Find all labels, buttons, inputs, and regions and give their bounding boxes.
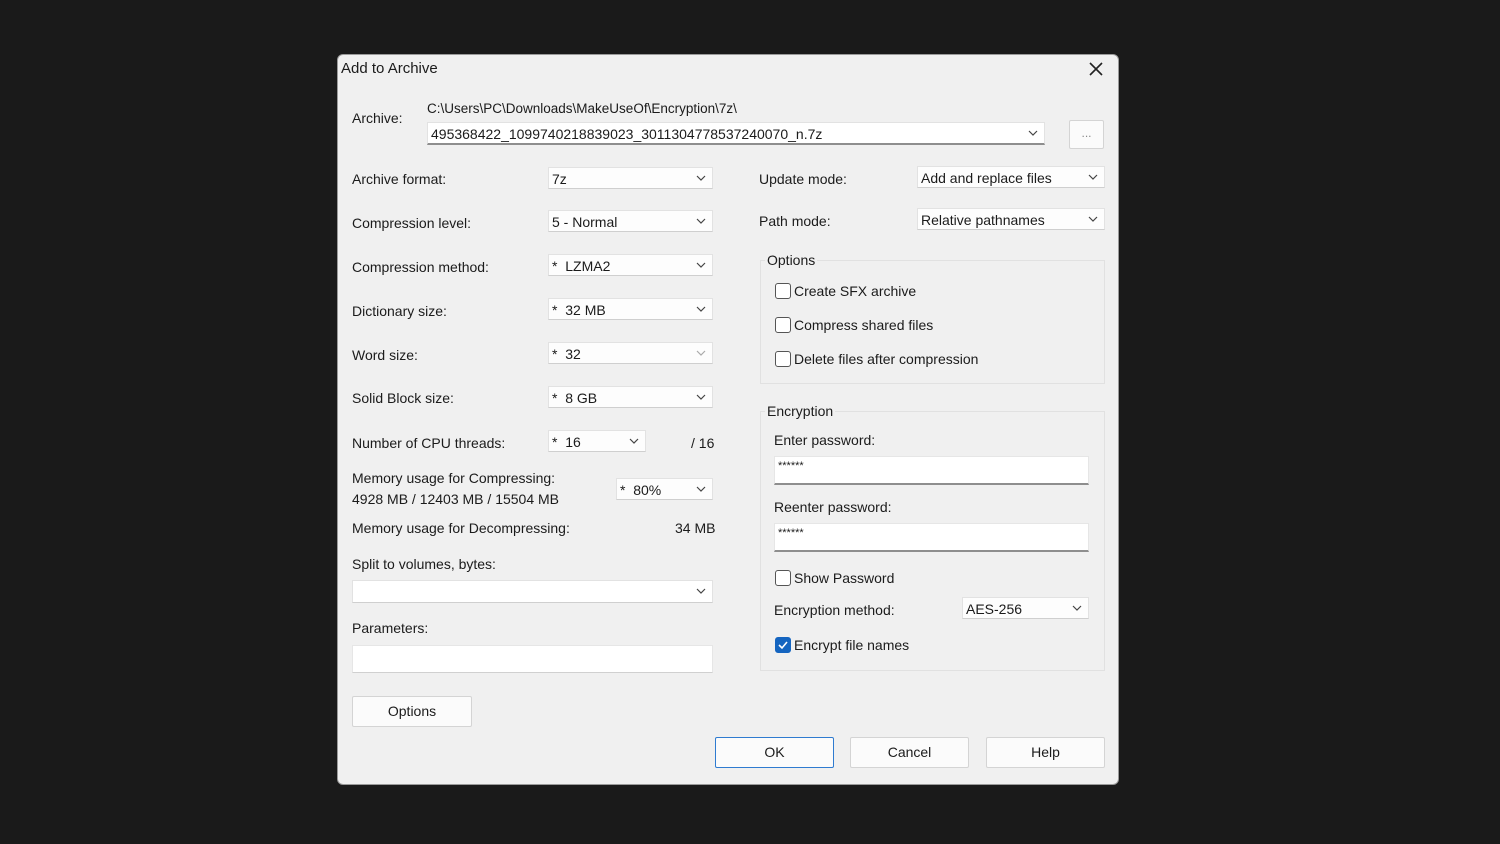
memory-usage-value: * 80% [620, 482, 662, 498]
show-password-checkbox[interactable] [775, 570, 791, 586]
archive-name-combo[interactable]: 495368422_1099740218839023_3011304778537… [427, 122, 1045, 145]
split-volumes-combo[interactable] [352, 580, 713, 603]
cpu-threads-label: Number of CPU threads: [352, 435, 506, 451]
chevron-down-icon [1088, 174, 1098, 180]
delete-after-checkbox[interactable] [775, 351, 791, 367]
encryption-method-label: Encryption method: [774, 602, 895, 618]
enter-password-input[interactable]: ****** [774, 456, 1089, 485]
update-mode-value: Add and replace files [921, 170, 1052, 186]
reenter-password-label: Reenter password: [774, 499, 892, 515]
add-to-archive-dialog: Add to Archive Archive: C:\Users\PC\Down… [337, 54, 1119, 785]
word-size-label: Word size: [352, 347, 418, 363]
chevron-down-icon [696, 394, 706, 400]
chevron-down-icon [696, 588, 706, 594]
word-size-select[interactable]: * 32 [548, 342, 713, 364]
sfx-label: Create SFX archive [794, 283, 917, 299]
compression-method-value: * LZMA2 [552, 258, 611, 274]
help-button[interactable]: Help [986, 737, 1105, 768]
dictionary-size-value: * 32 MB [552, 302, 606, 318]
memory-compress-label: Memory usage for Compressing: [352, 470, 556, 486]
archive-format-value: 7z [552, 171, 567, 187]
close-icon [1089, 62, 1103, 76]
archive-format-label: Archive format: [352, 171, 447, 187]
path-mode-label: Path mode: [759, 213, 831, 229]
memory-decompress-label: Memory usage for Decompressing: [352, 520, 570, 536]
chevron-down-icon [696, 486, 706, 492]
delete-after-label: Delete files after compression [794, 351, 979, 367]
memory-decompress-value: 34 MB [675, 520, 716, 536]
browse-button[interactable]: ... [1069, 120, 1104, 149]
compression-level-label: Compression level: [352, 215, 472, 231]
cancel-button[interactable]: Cancel [850, 737, 969, 768]
cpu-threads-select[interactable]: * 16 [548, 430, 646, 452]
encryption-method-value: AES-256 [966, 601, 1023, 617]
archive-path: C:\Users\PC\Downloads\MakeUseOf\Encrypti… [427, 101, 737, 116]
path-mode-value: Relative pathnames [921, 212, 1045, 228]
options-button[interactable]: Options [352, 696, 472, 727]
cpu-threads-value: * 16 [552, 434, 581, 450]
encrypt-file-names-label: Encrypt file names [794, 637, 910, 653]
path-mode-select[interactable]: Relative pathnames [917, 208, 1105, 230]
split-volumes-label: Split to volumes, bytes: [352, 556, 496, 572]
compress-shared-checkbox[interactable] [775, 317, 791, 333]
show-password-label: Show Password [794, 570, 895, 586]
dictionary-size-select[interactable]: * 32 MB [548, 298, 713, 320]
ok-button[interactable]: OK [715, 737, 834, 768]
encryption-group-title: Encryption [765, 403, 836, 419]
archive-format-select[interactable]: 7z [548, 167, 713, 189]
word-size-value: * 32 [552, 346, 581, 362]
compression-method-label: Compression method: [352, 259, 489, 275]
dialog-title: Add to Archive [341, 60, 438, 77]
compression-level-value: 5 - Normal [552, 214, 618, 230]
chevron-down-icon [629, 438, 639, 444]
chevron-down-icon [1072, 605, 1082, 611]
encrypt-file-names-checkbox[interactable] [775, 637, 791, 653]
archive-name-value: 495368422_1099740218839023_3011304778537… [431, 126, 823, 142]
enter-password-value: ****** [778, 460, 804, 472]
options-group-title: Options [765, 252, 818, 268]
parameters-label: Parameters: [352, 620, 429, 636]
close-button[interactable] [1084, 59, 1108, 81]
chevron-down-icon [696, 350, 706, 356]
archive-label: Archive: [352, 110, 403, 126]
reenter-password-input[interactable]: ****** [774, 523, 1089, 552]
parameters-input[interactable] [352, 645, 713, 673]
compress-shared-label: Compress shared files [794, 317, 934, 333]
compression-method-select[interactable]: * LZMA2 [548, 254, 713, 276]
encryption-method-select[interactable]: AES-256 [962, 597, 1089, 619]
solid-block-size-value: * 8 GB [552, 390, 598, 406]
solid-block-size-label: Solid Block size: [352, 390, 454, 406]
sfx-checkbox[interactable] [775, 283, 791, 299]
chevron-down-icon [696, 218, 706, 224]
solid-block-size-select[interactable]: * 8 GB [548, 386, 713, 408]
update-mode-select[interactable]: Add and replace files [917, 166, 1105, 188]
chevron-down-icon [696, 306, 706, 312]
chevron-down-icon [696, 175, 706, 181]
reenter-password-value: ****** [778, 527, 804, 539]
dictionary-size-label: Dictionary size: [352, 303, 447, 319]
memory-compress-values: 4928 MB / 12403 MB / 15504 MB [352, 491, 560, 507]
checkmark-icon [778, 641, 788, 650]
compression-level-select[interactable]: 5 - Normal [548, 210, 713, 232]
chevron-down-icon [1088, 216, 1098, 222]
memory-usage-select[interactable]: * 80% [616, 478, 713, 500]
chevron-down-icon [696, 262, 706, 268]
update-mode-label: Update mode: [759, 171, 847, 187]
cpu-threads-total: / 16 [691, 435, 715, 451]
chevron-down-icon [1028, 130, 1038, 136]
enter-password-label: Enter password: [774, 432, 876, 448]
